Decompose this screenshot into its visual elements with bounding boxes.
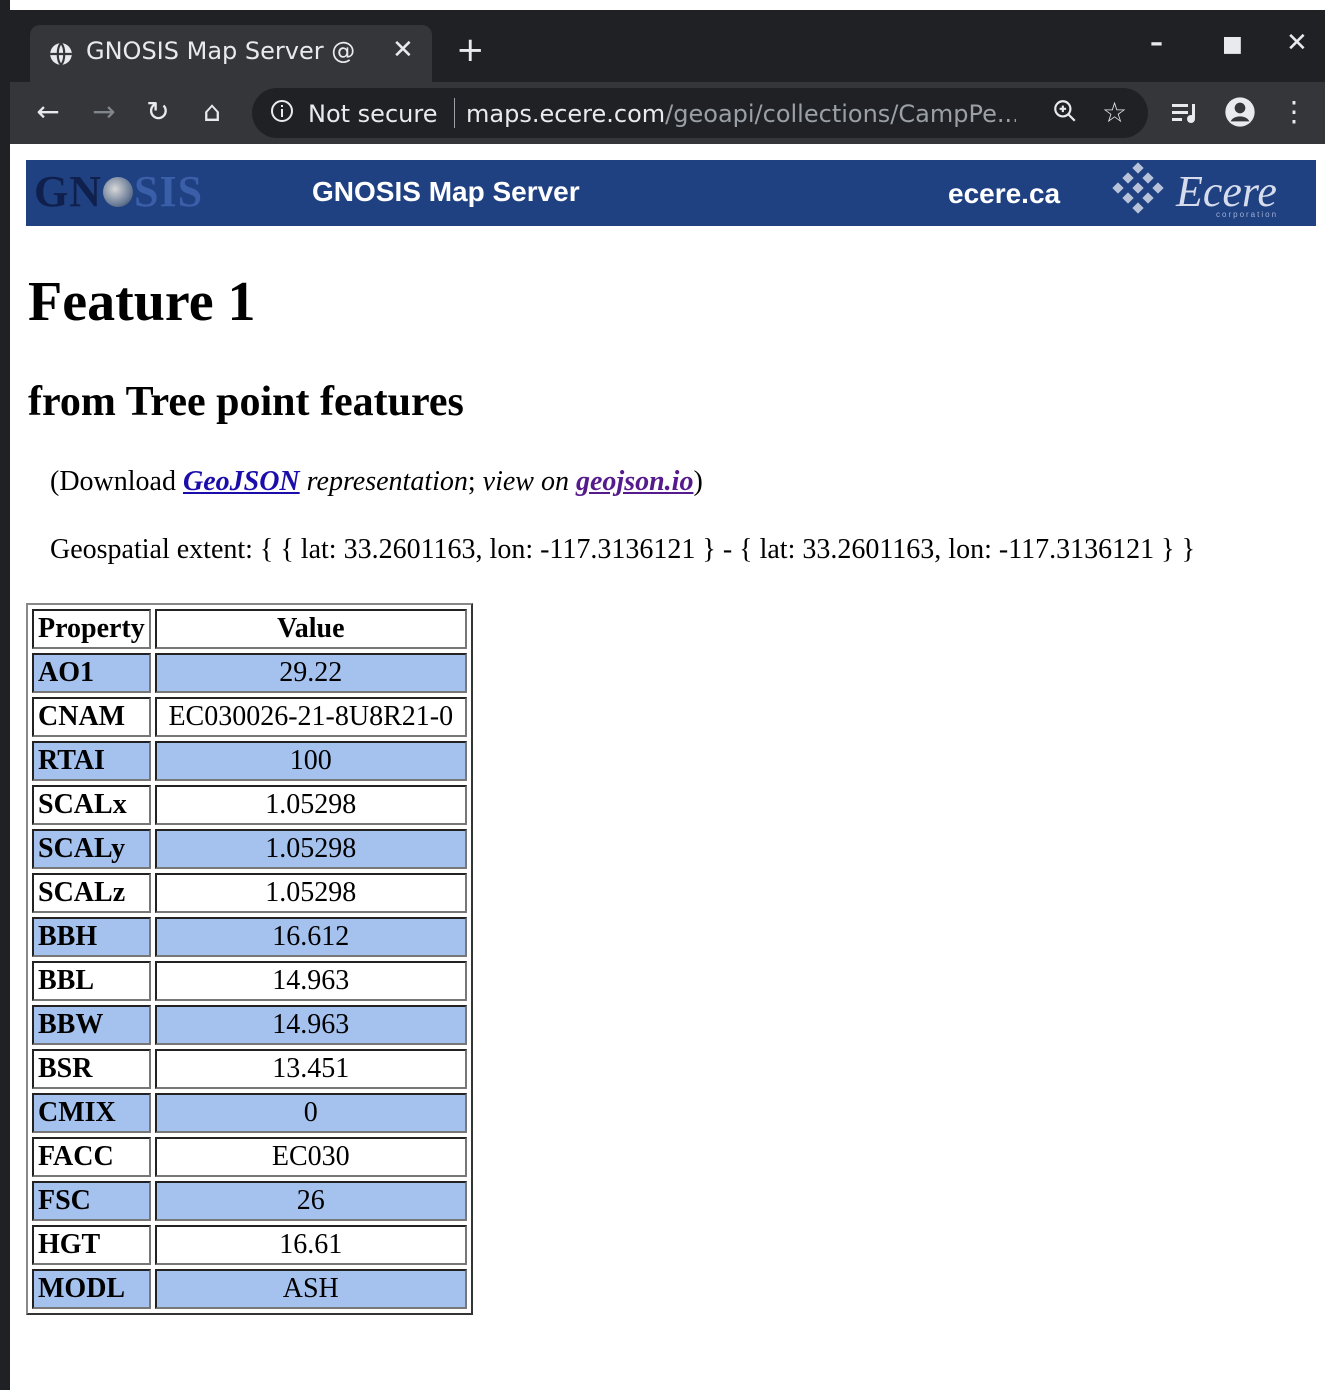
- table-row: FACC EC030: [32, 1137, 467, 1177]
- property-value-cell: 1.05298: [154, 785, 467, 825]
- gnosis-logo-text-end: SIS: [134, 167, 204, 216]
- property-name-cell: BBH: [32, 917, 151, 957]
- property-name-cell: SCALz: [32, 873, 151, 913]
- window-frame: [0, 0, 10, 1390]
- property-name-cell: SCALy: [32, 829, 151, 869]
- address-bar[interactable]: Not secure maps.ecere.com/geoapi/collect…: [252, 88, 1148, 138]
- value-column-header: Value: [154, 609, 467, 649]
- table-row: AO1 29.22: [32, 653, 467, 693]
- url-path: /geoapi/collections/CampPe...: [665, 100, 1016, 128]
- page-subtitle: from Tree point features: [28, 379, 464, 425]
- table-header-row: Property Value: [32, 609, 467, 649]
- property-value-cell: 1.05298: [154, 873, 467, 913]
- property-value-cell: 1.05298: [154, 829, 467, 869]
- table-row: BBH 16.612: [32, 917, 467, 957]
- download-line: (Download GeoJSON representation; view o…: [50, 466, 703, 498]
- back-arrow-icon[interactable]: ←: [28, 92, 68, 132]
- browser-tab[interactable]: GNOSIS Map Server @ ✕: [30, 25, 432, 82]
- table-row: CMIX 0: [32, 1093, 467, 1133]
- property-value-cell: EC030: [154, 1137, 467, 1177]
- browser-toolbar: ← → ↻ ⌂ Not secure maps.ecere.com/geoapi…: [10, 82, 1325, 144]
- menu-kebab-icon[interactable]: ⋮: [1274, 92, 1314, 132]
- property-value-cell: 14.963: [154, 961, 467, 1001]
- property-value-cell: 100: [154, 741, 467, 781]
- property-value-cell: 13.451: [154, 1049, 467, 1089]
- property-name-cell: BSR: [32, 1049, 151, 1089]
- table-row: BBW 14.963: [32, 1005, 467, 1045]
- table-row: MODL ASH: [32, 1269, 467, 1309]
- reload-icon[interactable]: ↻: [138, 92, 178, 132]
- table-row: FSC 26: [32, 1181, 467, 1221]
- view-on-text: view on: [482, 466, 576, 497]
- tab-strip: GNOSIS Map Server @ ✕ + – ■ ✕: [10, 10, 1325, 82]
- url-text[interactable]: maps.ecere.com/geoapi/collections/CampPe…: [466, 100, 1016, 128]
- info-icon[interactable]: [270, 99, 294, 123]
- geojsonio-link[interactable]: geojson.io: [576, 466, 693, 497]
- ecere-logo-subtitle: corporation: [1216, 210, 1279, 219]
- url-host: maps.ecere.com: [466, 100, 666, 128]
- property-name-cell: FACC: [32, 1137, 151, 1177]
- table-row: SCALy 1.05298: [32, 829, 467, 869]
- ecere-site-link[interactable]: ecere.ca: [948, 178, 1060, 210]
- property-name-cell: HGT: [32, 1225, 151, 1265]
- geojson-link[interactable]: GeoJSON: [183, 466, 300, 497]
- property-value-cell: 16.612: [154, 917, 467, 957]
- properties-table: Property Value AO1 29.22 CNAM EC030026-21-8…: [26, 603, 473, 1315]
- property-value-cell: 14.963: [154, 1005, 467, 1045]
- media-queue-icon[interactable]: [1170, 100, 1200, 126]
- table-row: SCALx 1.05298: [32, 785, 467, 825]
- gnosis-logo-text: GN: [34, 167, 102, 216]
- property-value-cell: 0: [154, 1093, 467, 1133]
- download-suffix: ): [693, 466, 703, 497]
- home-icon[interactable]: ⌂: [192, 92, 232, 132]
- new-tab-button[interactable]: +: [456, 30, 485, 70]
- account-icon[interactable]: [1224, 96, 1256, 128]
- property-value-cell: ASH: [154, 1269, 467, 1309]
- property-name-cell: BBW: [32, 1005, 151, 1045]
- table-row: CNAM EC030026-21-8U8R21-0: [32, 697, 467, 737]
- property-column-header: Property: [32, 609, 151, 649]
- globe-icon: [103, 176, 133, 207]
- site-banner: GN SIS GNOSIS Map Server ecere.ca Ecere c…: [26, 160, 1316, 226]
- property-name-cell: RTAI: [32, 741, 151, 781]
- gnosis-logo[interactable]: GN SIS: [34, 166, 203, 217]
- maximize-icon[interactable]: ■: [1222, 32, 1243, 57]
- page-title: Feature 1: [28, 271, 256, 333]
- window-close-icon[interactable]: ✕: [1286, 28, 1308, 58]
- property-value-cell: 26: [154, 1181, 467, 1221]
- property-name-cell: BBL: [32, 961, 151, 1001]
- download-separator: ;: [467, 466, 483, 497]
- banner-title: GNOSIS Map Server: [312, 176, 580, 207]
- table-row: SCALz 1.05298: [32, 873, 467, 913]
- table-row: BSR 13.451: [32, 1049, 467, 1089]
- property-name-cell: CNAM: [32, 697, 151, 737]
- minimize-icon[interactable]: –: [1150, 28, 1163, 58]
- property-name-cell: MODL: [32, 1269, 151, 1309]
- property-name-cell: SCALx: [32, 785, 151, 825]
- property-value-cell: 16.61: [154, 1225, 467, 1265]
- download-middle: representation: [299, 466, 468, 497]
- zoom-icon[interactable]: [1052, 98, 1078, 124]
- table-row: BBL 14.963: [32, 961, 467, 1001]
- property-name-cell: AO1: [32, 653, 151, 693]
- table-row: RTAI 100: [32, 741, 467, 781]
- table-row: HGT 16.61: [32, 1225, 467, 1265]
- property-name-cell: FSC: [32, 1181, 151, 1221]
- forward-arrow-icon[interactable]: →: [84, 92, 124, 132]
- security-label: Not secure: [308, 100, 438, 128]
- tab-title: GNOSIS Map Server @: [86, 37, 356, 65]
- bookmark-star-icon[interactable]: ☆: [1102, 96, 1127, 129]
- ecere-knot-icon: [1112, 162, 1164, 214]
- globe-icon: [50, 42, 72, 66]
- divider: [454, 98, 455, 128]
- property-name-cell: CMIX: [32, 1093, 151, 1133]
- geospatial-extent: Geospatial extent: { { lat: 33.2601163, …: [50, 534, 1196, 565]
- property-value-cell: EC030026-21-8U8R21-0: [154, 697, 467, 737]
- download-prefix: (Download: [50, 466, 183, 497]
- close-tab-icon[interactable]: ✕: [392, 35, 414, 65]
- property-value-cell: 29.22: [154, 653, 467, 693]
- table-body: AO1 29.22 CNAM EC030026-21-8U8R21-0 RTAI 100 S…: [32, 653, 467, 1309]
